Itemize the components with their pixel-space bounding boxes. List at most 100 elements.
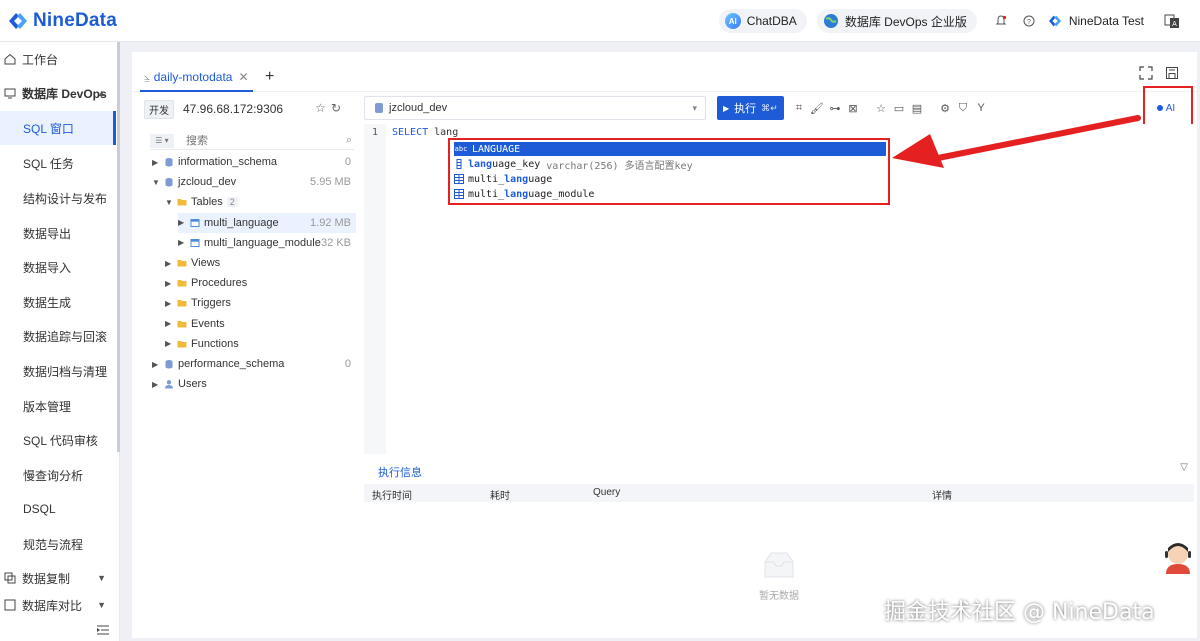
search-icon[interactable]: ⌕ <box>346 134 352 147</box>
folder-icon <box>177 340 187 348</box>
tree-node-size: 0 <box>344 358 351 370</box>
sidebar-item-data-rollback[interactable]: 数据追踪与回滚 <box>0 319 116 353</box>
svg-text:?: ? <box>1027 19 1031 26</box>
caret-down-icon[interactable]: ▼ <box>165 198 177 207</box>
tree-node-size: 1.92 MB <box>310 216 351 229</box>
suggestion-text: multi_ <box>468 188 505 200</box>
branch-icon[interactable]: Y <box>973 101 989 115</box>
sidebar-item-workbench[interactable]: 工作台 <box>0 42 116 76</box>
suggestion-item[interactable]: abc LANGUAGE <box>454 142 886 156</box>
close-icon[interactable]: ✕ <box>238 70 248 84</box>
filter-dropdown[interactable]: ☰ ▾ <box>150 133 174 148</box>
search-input[interactable] <box>186 134 326 147</box>
settings-icon[interactable]: ⚙ <box>937 101 953 115</box>
chatdba-button[interactable]: AI ChatDBA <box>718 9 807 33</box>
tree-node[interactable]: ▶ information_schema <box>152 152 277 172</box>
sidebar-item-data-generate[interactable]: 数据生成 <box>0 285 116 319</box>
language-switch-icon[interactable]: A <box>1164 13 1180 29</box>
tree-node-label: multi_language <box>204 216 279 229</box>
folder-icon[interactable]: ▭ <box>891 101 907 115</box>
tree-node[interactable]: ▶ performance_schema <box>152 354 284 374</box>
tree-node[interactable]: ▼ Tables 2 <box>165 192 238 212</box>
tree-node[interactable]: ▼ jzcloud_dev <box>152 172 236 192</box>
logo[interactable]: NineData <box>6 9 117 33</box>
sidebar-item-label: 版本管理 <box>23 399 72 414</box>
user-menu[interactable]: NineData Test <box>1047 13 1144 29</box>
caret-right-icon[interactable]: ▶ <box>152 158 164 167</box>
sidebar-item-data-archive[interactable]: 数据归档与清理 <box>0 354 116 388</box>
chart-icon[interactable]: ⊠ <box>845 101 861 115</box>
sql-keyword: SELECT <box>392 127 429 138</box>
caret-right-icon[interactable]: ▶ <box>178 218 190 227</box>
sidebar-item-data-export[interactable]: 数据导出 <box>0 216 116 250</box>
star-icon[interactable]: ☆ <box>315 101 329 115</box>
caret-right-icon[interactable]: ▶ <box>165 319 177 328</box>
sidebar-item-label: 数据追踪与回滚 <box>23 329 108 344</box>
sidebar-group-devops[interactable]: 数据库 DevOps ▲ <box>0 76 116 110</box>
shield-icon[interactable]: ⛉ <box>955 101 971 115</box>
tab-label: daily-motodata <box>153 70 233 84</box>
support-avatar-icon[interactable] <box>1163 540 1193 574</box>
run-shortcut: ⌘↵ <box>761 102 778 113</box>
help-icon[interactable]: ? <box>1021 13 1037 29</box>
sidebar-item-sql-review[interactable]: SQL 代码审核 <box>0 423 116 457</box>
sidebar-scrollbar[interactable] <box>117 42 120 452</box>
sidebar-item-sql-window[interactable]: SQL 窗口 <box>0 111 116 145</box>
tree-node[interactable]: ▶ Triggers <box>165 293 231 313</box>
sidebar-item-label: 数据复制 <box>22 571 71 586</box>
caret-right-icon[interactable]: ▶ <box>165 259 177 268</box>
tree-node[interactable]: ▶ Procedures <box>165 273 247 293</box>
empty-state: 暂无数据 <box>744 550 814 602</box>
history-icon[interactable]: ▤ <box>909 101 925 115</box>
caret-right-icon[interactable]: ▶ <box>165 299 177 308</box>
refresh-icon[interactable]: ↻ <box>331 101 345 115</box>
sidebar-item-sql-task[interactable]: SQL 任务 <box>0 146 116 180</box>
fullscreen-icon[interactable] <box>1139 66 1153 80</box>
tree-node[interactable]: ▶ Users <box>152 374 207 394</box>
tree-node[interactable]: ▶ Functions <box>165 334 239 354</box>
suggestion-text: uage_key <box>492 158 541 170</box>
sidebar-item-label: DSQL <box>23 502 56 516</box>
caret-right-icon[interactable]: ▶ <box>165 339 177 348</box>
tree-node[interactable]: ▶ Views <box>165 253 220 273</box>
suggestion-item[interactable]: multi_ lang uage <box>454 172 886 186</box>
connection-host: 47.96.68.172:9306 <box>183 102 284 116</box>
save-icon[interactable] <box>1165 66 1179 80</box>
sidebar-group-replication[interactable]: 数据复制 ▼ <box>0 561 116 595</box>
caret-right-icon[interactable]: ▶ <box>152 360 164 369</box>
caret-right-icon[interactable]: ▶ <box>165 279 177 288</box>
plan-icon[interactable]: ⊶ <box>827 101 843 115</box>
sidebar-item-label: 数据导入 <box>23 260 72 275</box>
caret-right-icon[interactable]: ▶ <box>152 380 164 389</box>
brush-icon[interactable]: 🖌 <box>809 101 825 115</box>
caret-down-icon[interactable]: ▼ <box>152 178 164 187</box>
suggestion-item[interactable]: lang uage_key varchar(256) 多语言配置key <box>454 157 886 172</box>
tree-node-label: multi_language_module <box>204 236 321 249</box>
tree-node-label: Procedures <box>191 277 248 290</box>
sidebar-item-version[interactable]: 版本管理 <box>0 389 116 423</box>
tab-exec-info[interactable]: 执行信息 <box>378 464 422 486</box>
run-button[interactable]: ▶ 执行 ⌘↵ <box>717 96 784 120</box>
tree-node[interactable]: ▶ multi_language_module <box>178 233 321 253</box>
add-tab-icon[interactable]: + <box>265 68 274 86</box>
monitor-icon <box>4 88 16 99</box>
tab-daily-motodata[interactable]: ⦥ daily-motodata ✕ <box>140 64 253 92</box>
suggestion-item[interactable]: multi_ lang uage_module <box>454 187 886 201</box>
caret-right-icon[interactable]: ▶ <box>178 238 190 247</box>
sidebar-item-schema-design[interactable]: 结构设计与发布 <box>0 181 116 215</box>
tree-node[interactable]: ▶ Events <box>165 314 225 334</box>
sidebar-item-slow-query[interactable]: 慢查询分析 <box>0 458 116 492</box>
column-header: 详情 <box>932 491 952 502</box>
tree-search: ☰ ▾ ⌕ <box>150 132 354 150</box>
sidebar-item-rules[interactable]: 规范与流程 <box>0 527 116 561</box>
sidebar-item-dsql[interactable]: DSQL <box>0 492 116 526</box>
database-select[interactable]: jzcloud_dev ▾ <box>364 96 706 120</box>
sidebar-group-compare[interactable]: 数据库对比 ▼ <box>0 595 116 615</box>
notification-icon[interactable] <box>993 13 1009 29</box>
edition-button[interactable]: 数据库 DevOps 企业版 <box>816 9 977 33</box>
favorite-icon[interactable]: ☆ <box>873 101 889 115</box>
collapse-sidebar-icon[interactable] <box>97 625 109 635</box>
collapse-icon[interactable]: ▽ <box>1180 462 1188 473</box>
sidebar-item-data-import[interactable]: 数据导入 <box>0 250 116 284</box>
format-sql-icon[interactable]: ⌗ <box>791 101 807 115</box>
